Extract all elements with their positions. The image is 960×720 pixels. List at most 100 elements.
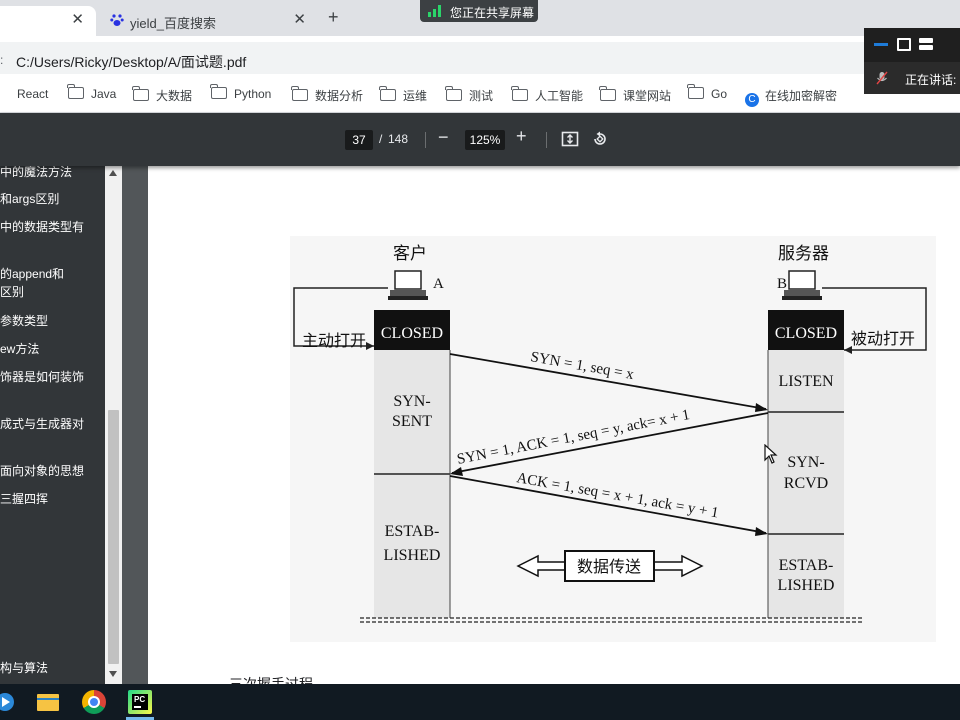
server-state-syn-rcvd-2: RCVD [784, 475, 828, 492]
outline-sidebar: 中的魔法方法 和args区别 中的数据类型有 的append和 区别 参数类型 … [0, 166, 105, 684]
bookmark-testing[interactable]: 测试 [445, 86, 494, 105]
data-transfer-label: 数据传送 [577, 558, 641, 576]
pycharm-icon[interactable]: PC [126, 688, 154, 716]
bookmark-label: Go [711, 87, 728, 101]
outline-item[interactable]: ew方法 [0, 340, 39, 358]
page-separator: / [379, 132, 383, 146]
client-state-syn-sent-1: SYN- [393, 393, 430, 410]
bookmark-go[interactable]: Go [687, 84, 728, 105]
pdf-toolbar: 37 / 148 − 125% + [0, 113, 960, 166]
server-state-listen: LISTEN [778, 373, 834, 390]
bookmark-react[interactable]: React [0, 87, 48, 105]
outline-item[interactable]: 构与算法 [0, 659, 48, 677]
passive-open-label: 被动打开 [851, 330, 915, 348]
start-icon[interactable] [0, 688, 18, 716]
share-status-text: 您正在共享屏幕 [450, 6, 535, 20]
client-label: 客户 [393, 244, 427, 263]
scroll-up-icon[interactable] [109, 170, 117, 176]
toolbar-divider [546, 132, 547, 148]
client-state-column [374, 310, 450, 618]
rotate-icon[interactable] [591, 130, 609, 148]
bookmarks-bar: React Java 大数据 Python 数据分析 运维 测试 人工智能 课堂… [0, 80, 960, 113]
bookmark-python[interactable]: Python [210, 84, 272, 105]
outline-item[interactable]: 三握四挥 [0, 490, 48, 508]
site-info-icon[interactable]: : [0, 53, 3, 67]
folder-icon [67, 84, 84, 99]
folder-icon [132, 86, 149, 101]
bookmark-encrypt[interactable]: C 在线加密解密 [745, 87, 838, 107]
outline-item[interactable]: 面向对象的思想 [0, 462, 84, 480]
crypto-site-icon: C [745, 93, 759, 107]
close-icon[interactable]: ✕ [293, 10, 306, 28]
bookmark-label: Python [234, 87, 272, 101]
page-number-input[interactable]: 37 [345, 130, 373, 150]
client-state-estab-2: LISHED [384, 547, 441, 564]
server-state-closed: CLOSED [775, 325, 837, 342]
bookmark-bigdata[interactable]: 大数据 [132, 86, 192, 105]
outline-item[interactable]: 中的魔法方法 [0, 166, 72, 181]
page-gutter [122, 166, 148, 684]
folder-icon [210, 84, 227, 99]
scroll-down-icon[interactable] [109, 671, 117, 677]
bookmark-label: 运维 [403, 89, 428, 103]
baidu-paw-icon [110, 14, 124, 26]
outline-item[interactable]: 成式与生成器对 [0, 415, 84, 433]
folder-icon [599, 86, 616, 101]
bookmark-ai[interactable]: 人工智能 [511, 86, 583, 105]
minimize-icon[interactable] [874, 38, 888, 50]
folder-icon [687, 84, 704, 99]
server-state-estab-1: ESTAB- [779, 557, 834, 574]
speaker-indicator: 正在讲话: [864, 62, 960, 94]
folder-icon [291, 86, 308, 101]
tab-title: yield_百度搜索 [130, 16, 216, 31]
folder-icon [445, 86, 462, 101]
zoom-out-icon[interactable]: − [438, 127, 449, 148]
outline-item[interactable]: 的append和 [0, 265, 64, 283]
bookmark-label: 测试 [469, 89, 494, 103]
outline-item[interactable]: 饰器是如何装饰 [0, 368, 84, 386]
restore-icon[interactable] [897, 38, 911, 51]
bookmark-label: 在线加密解密 [765, 89, 838, 103]
screen-share-banner: 您正在共享屏幕 [420, 0, 538, 22]
bookmark-ops[interactable]: 运维 [379, 86, 428, 105]
chrome-icon[interactable] [80, 688, 108, 716]
server-id: B [777, 276, 787, 292]
url-text[interactable]: C:/Users/Ricky/Desktop/A/面试题.pdf [16, 52, 246, 72]
signal-bars-icon [428, 5, 441, 17]
outline-item[interactable]: 和args区别 [0, 190, 59, 208]
layout-icon[interactable] [919, 38, 933, 50]
bookmark-java[interactable]: Java [67, 84, 117, 105]
zoom-in-icon[interactable]: + [516, 126, 527, 147]
active-open-label: 主动打开 [302, 332, 366, 350]
address-bar: : C:/Users/Ricky/Desktop/A/面试题.pdf [0, 36, 960, 80]
zoom-input[interactable]: 125% [465, 130, 505, 150]
server-label: 服务器 [778, 244, 829, 263]
folder-icon [379, 86, 396, 101]
client-state-syn-sent-2: SENT [392, 413, 432, 430]
server-state-estab-2: LISHED [778, 577, 835, 594]
bookmark-label: 课堂网站 [623, 89, 672, 103]
outline-item[interactable]: 参数类型 [0, 312, 48, 330]
mic-muted-icon [876, 71, 888, 85]
tab-baidu[interactable]: yield_百度搜索 ✕ [100, 6, 318, 36]
file-explorer-icon[interactable] [34, 688, 62, 716]
page-total: 148 [388, 132, 409, 146]
new-tab-icon[interactable]: + [328, 7, 339, 28]
outline-item[interactable]: 中的数据类型有 [0, 218, 84, 236]
client-state-closed: CLOSED [381, 325, 443, 342]
scroll-thumb[interactable] [108, 410, 119, 664]
outline-item[interactable]: 区别 [0, 283, 24, 301]
tcp-handshake-diagram: 客户 服务器 A B CLOSED SYN- SENT ESTAB- LISHE… [290, 236, 936, 642]
speaking-label: 正在讲话: [905, 73, 957, 87]
bookmark-label: Java [91, 87, 117, 101]
client-state-estab-1: ESTAB- [385, 523, 440, 540]
tab-pdf[interactable]: ✕ [0, 6, 96, 36]
bookmark-classroom[interactable]: 课堂网站 [599, 86, 672, 105]
sidebar-scrollbar[interactable] [105, 166, 122, 684]
close-icon[interactable]: ✕ [71, 10, 84, 28]
bookmark-label: React [17, 87, 49, 101]
bookmark-data-analysis[interactable]: 数据分析 [291, 86, 363, 105]
server-state-syn-rcvd-1: SYN- [787, 454, 824, 471]
folder-icon [511, 86, 528, 101]
fit-to-page-icon[interactable] [561, 130, 579, 148]
